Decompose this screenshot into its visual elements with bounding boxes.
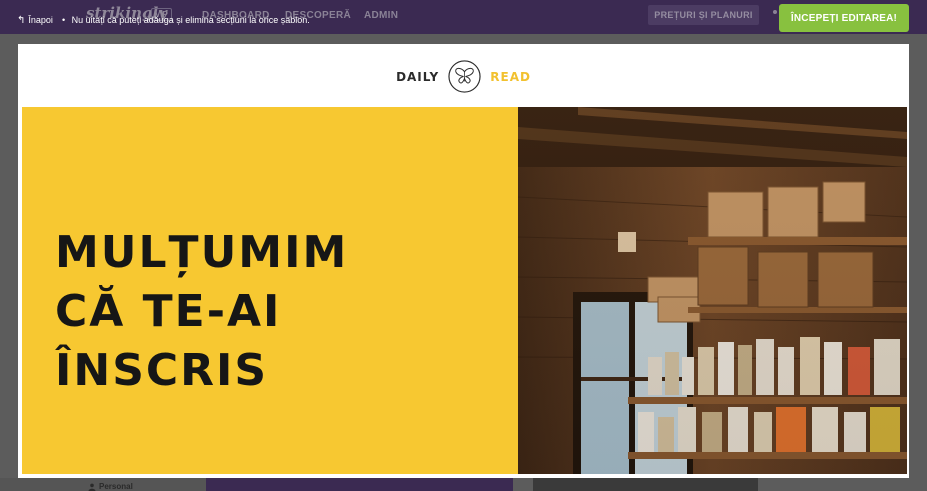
bookshop-photo (518, 107, 907, 474)
hero-text-panel: MULȚUMIM CĂ TE-AI ÎNSCRIS (22, 107, 518, 474)
hero-section: MULȚUMIM CĂ TE-AI ÎNSCRIS (22, 107, 907, 474)
template-preview: DAILY READ MULȚUMIM CĂ TE-AI ÎNSCRIS (18, 44, 909, 478)
pricing-button[interactable]: PREȚURI ȘI PLANURI (648, 5, 759, 25)
nav-admin[interactable]: ADMIN (364, 10, 398, 21)
status-dot (773, 10, 777, 14)
hero-title-line-3: ÎNSCRIS (55, 345, 269, 396)
hero-title-line-2: CĂ TE-AI (55, 286, 282, 337)
template-thumbnail-2 (533, 478, 758, 491)
hero-title: MULȚUMIM CĂ TE-AI ÎNSCRIS (55, 223, 505, 400)
tip-text: Nu uitați că puteți adăuga și elimina se… (71, 15, 310, 25)
back-label: Înapoi (28, 15, 53, 25)
site-header: DAILY READ (18, 44, 909, 107)
back-link[interactable]: ↰ Înapoi (17, 15, 53, 25)
site-brand[interactable]: DAILY READ (18, 60, 909, 93)
bookshop-illustration (518, 107, 907, 474)
user-icon (88, 483, 96, 491)
butterfly-icon (448, 60, 481, 93)
reply-arrow-icon: ↰ (17, 14, 26, 26)
personal-label: Personal (99, 482, 133, 491)
template-tip: • Nu uitați că puteți adăuga și elimina … (62, 15, 310, 25)
tip-separator: • (62, 15, 66, 25)
start-editing-button[interactable]: ÎNCEPEȚI EDITAREA! (779, 4, 909, 32)
personal-category[interactable]: Personal (88, 482, 133, 491)
brand-daily: DAILY (396, 69, 440, 84)
template-thumbnail (206, 478, 513, 491)
hero-title-line-1: MULȚUMIM (55, 227, 349, 278)
brand-read: READ (490, 69, 531, 84)
